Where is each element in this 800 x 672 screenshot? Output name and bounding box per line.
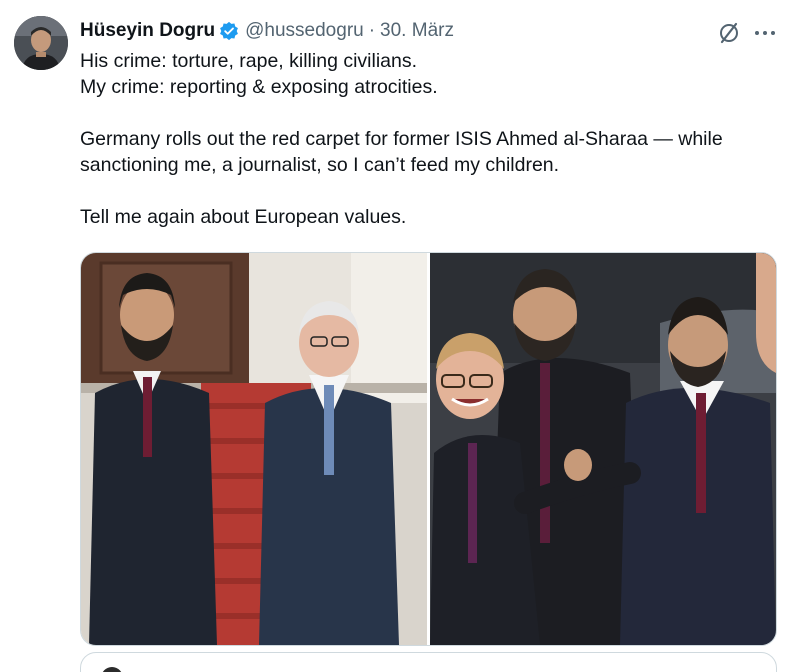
- media-photo-left[interactable]: [81, 253, 427, 645]
- author-avatar[interactable]: [14, 16, 68, 70]
- tweet-line-2: My crime: reporting & exposing atrocitie…: [80, 76, 438, 98]
- tweet-line-4: sanctioning me, a journalist, so I can’t…: [80, 154, 560, 176]
- quoted-author-avatar: [101, 667, 123, 672]
- photo-right-image: [430, 253, 776, 645]
- tweet: Hüseyin Dogru @hussedogru · 30. März His…: [0, 0, 800, 672]
- grok-icon[interactable]: [716, 20, 742, 46]
- more-dots-svg: [755, 31, 775, 35]
- tweet-line-3: Germany rolls out the red carpet for for…: [80, 128, 723, 150]
- tweet-date[interactable]: 30. März: [380, 20, 454, 42]
- tweet-text: His crime: torture, rape, killing civili…: [80, 48, 780, 230]
- header-separator: ·: [368, 20, 376, 41]
- author-display-name[interactable]: Hüseyin Dogru: [80, 20, 215, 42]
- quoted-tweet-card[interactable]: [80, 652, 777, 672]
- photo-left-image: [81, 253, 427, 645]
- tweet-line-5: Tell me again about European values.: [80, 206, 407, 228]
- tweet-media[interactable]: [80, 252, 777, 646]
- grok-icon-svg: [720, 22, 738, 44]
- tweet-header: Hüseyin Dogru @hussedogru · 30. März: [80, 18, 454, 44]
- author-handle[interactable]: @hussedogru: [245, 20, 364, 42]
- more-options-icon[interactable]: [752, 20, 778, 46]
- verified-badge-icon: [220, 21, 239, 41]
- media-photo-right[interactable]: [430, 253, 776, 645]
- tweet-line-1: His crime: torture, rape, killing civili…: [80, 50, 418, 72]
- avatar-image: [14, 16, 68, 70]
